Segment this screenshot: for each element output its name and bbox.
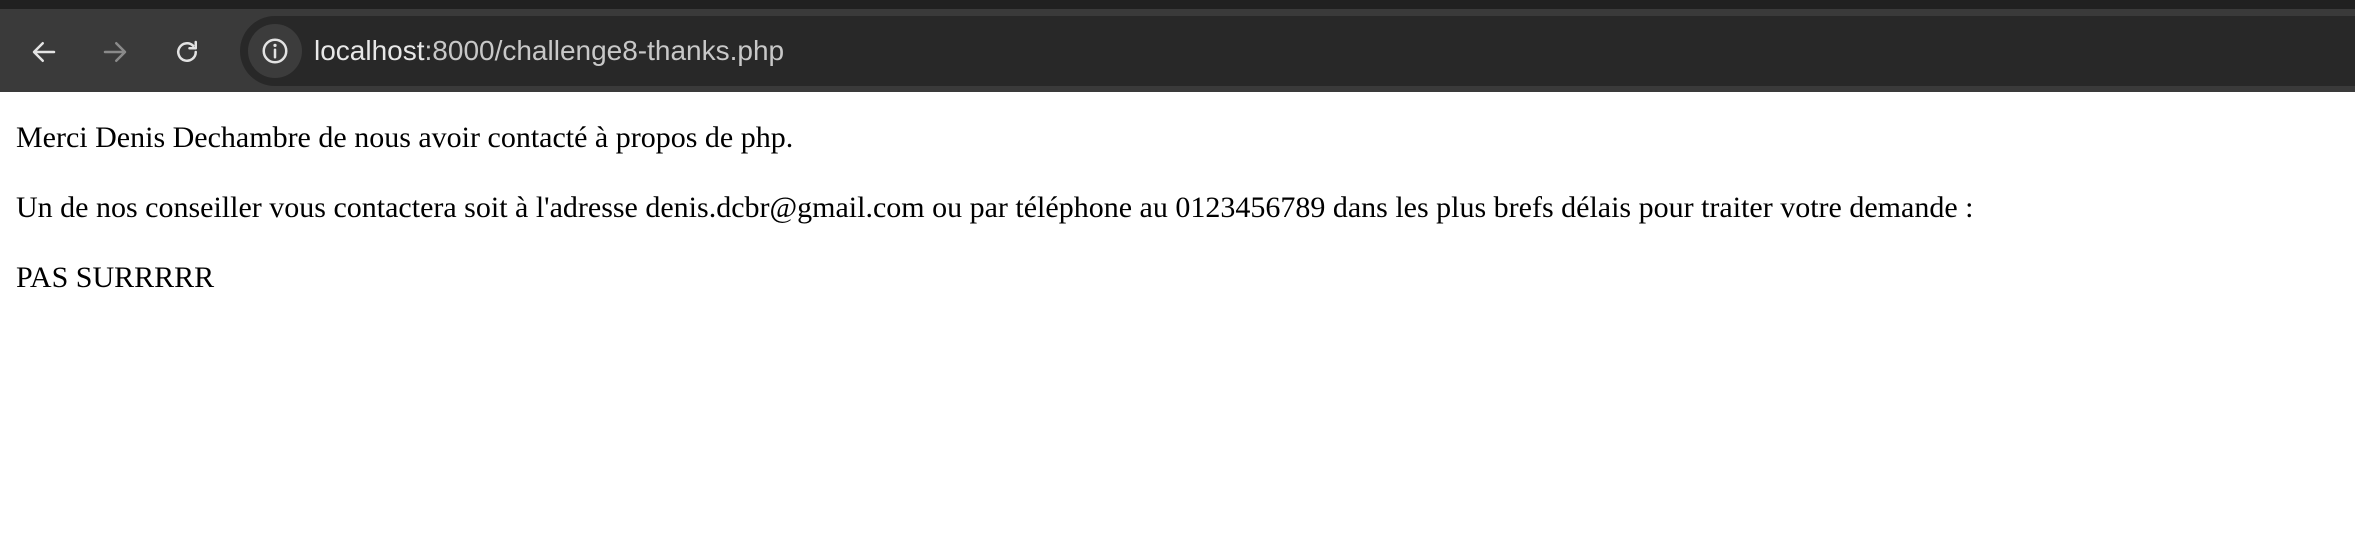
site-info-button[interactable] xyxy=(248,24,302,78)
reload-button[interactable] xyxy=(160,25,214,79)
back-button[interactable] xyxy=(17,25,71,79)
address-bar[interactable]: localhost:8000/challenge8-thanks.php xyxy=(240,16,2355,86)
request-text: PAS SURRRRR xyxy=(16,261,215,294)
url-path: :8000/challenge8-thanks.php xyxy=(424,35,785,66)
browser-toolbar: localhost:8000/challenge8-thanks.php xyxy=(0,0,2355,92)
url-text[interactable]: localhost:8000/challenge8-thanks.php xyxy=(314,16,784,86)
reload-icon xyxy=(177,40,197,62)
forward-button[interactable] xyxy=(88,25,142,79)
arrow-right-icon xyxy=(103,42,127,62)
arrow-left-icon xyxy=(32,42,56,62)
contact-message: Un de nos conseiller vous contactera soi… xyxy=(16,191,1974,224)
info-icon xyxy=(262,38,288,64)
url-host: localhost xyxy=(314,35,425,66)
thanks-message: Merci Denis Dechambre de nous avoir cont… xyxy=(16,121,794,154)
page-content: Merci Denis Dechambre de nous avoir cont… xyxy=(16,120,2336,330)
